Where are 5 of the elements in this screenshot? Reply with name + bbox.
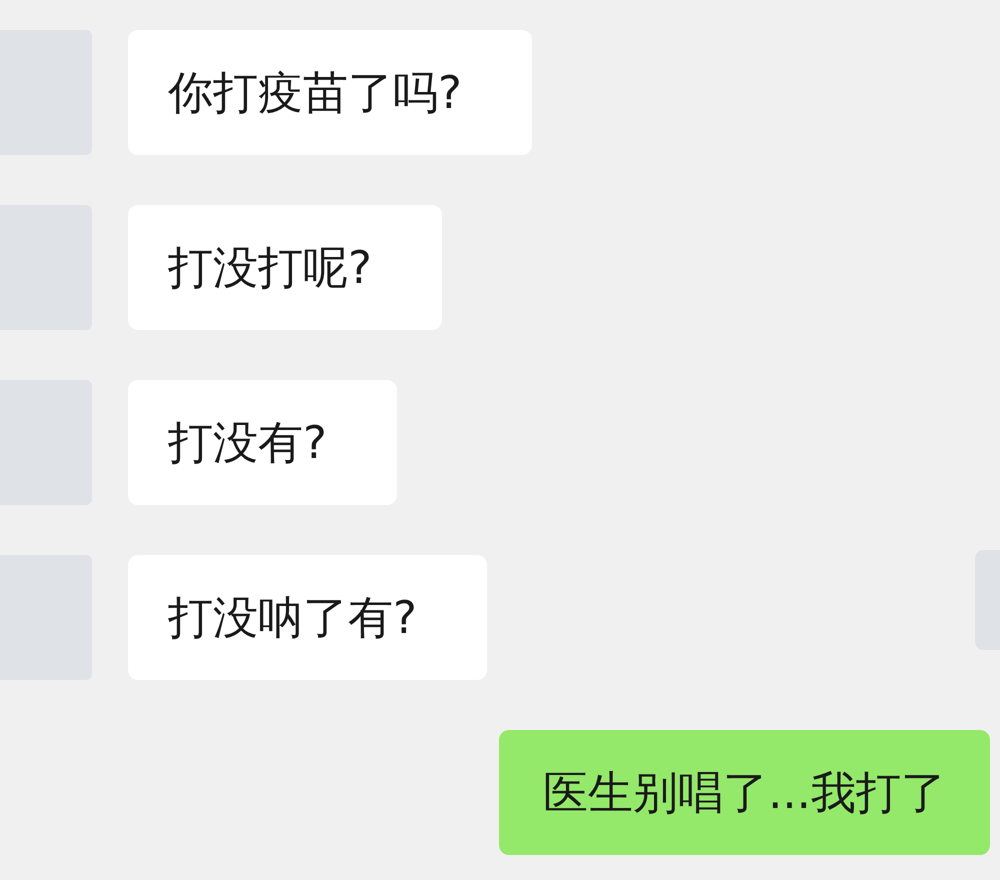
message-bubble: 你打疫苗了吗?	[128, 30, 532, 155]
message-bubble: 打没打呢?	[128, 205, 442, 330]
message-bubble: 打没有?	[128, 380, 397, 505]
message-bubble: 打没呐了有?	[128, 555, 487, 680]
message-bubble: 医生别唱了...我打了	[499, 730, 990, 855]
